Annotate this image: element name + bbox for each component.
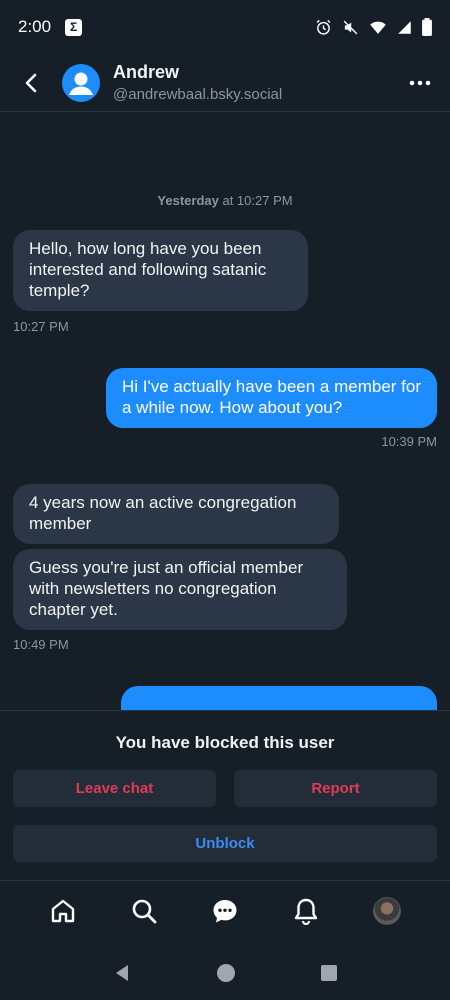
tab-notifications[interactable] [284, 889, 328, 933]
system-navigation-bar [0, 945, 450, 1000]
blocked-notice: You have blocked this user [115, 733, 335, 752]
message-time: 10:39 PM [381, 434, 437, 449]
status-bar: 2:00 Σ [0, 0, 450, 54]
message-bubble-incoming[interactable]: Guess you're just an official member wit… [13, 549, 347, 630]
blocked-user-panel: You have blocked this user Leave chat Re… [0, 710, 450, 880]
search-icon [132, 899, 157, 923]
message-time: 10:49 PM [13, 637, 69, 652]
battery-icon [422, 18, 432, 36]
more-dots-icon [409, 80, 431, 85]
message-list[interactable]: Yesterday at 10:27 PM Hello, how long ha… [0, 113, 450, 710]
more-options-button[interactable] [390, 54, 450, 112]
message-time: 10:27 PM [13, 319, 69, 334]
nav-recents-icon[interactable] [320, 964, 338, 982]
unblock-button[interactable]: Unblock [13, 825, 437, 862]
report-button[interactable]: Report [234, 770, 437, 807]
message-bubble-incoming[interactable]: Hello, how long have you been interested… [13, 230, 308, 311]
nav-back-icon[interactable] [112, 963, 132, 983]
day-separator: Yesterday at 10:27 PM [0, 193, 450, 208]
app-notification-icon: Σ [65, 18, 83, 36]
bottom-tab-bar [0, 880, 450, 940]
day-separator-day: Yesterday [157, 193, 219, 208]
signal-icon [398, 20, 411, 34]
default-avatar-icon [69, 72, 93, 95]
tab-search[interactable] [122, 889, 166, 933]
profile-avatar [373, 896, 402, 925]
chevron-left-icon [25, 73, 37, 92]
leave-chat-button[interactable]: Leave chat [13, 770, 216, 807]
status-time: 2:00 [18, 17, 52, 36]
chat-header: Andrew @andrewbaal.bsky.social [0, 54, 450, 112]
mute-icon [343, 20, 358, 34]
tab-profile[interactable] [365, 889, 409, 933]
alarm-icon [316, 19, 331, 35]
tab-home[interactable] [41, 889, 85, 933]
message-bubble-incoming[interactable]: 4 years now an active congregation membe… [13, 484, 339, 544]
bell-icon [294, 898, 318, 925]
contact-name: Andrew [113, 62, 180, 82]
header-user-info[interactable]: Andrew @andrewbaal.bsky.social [113, 62, 282, 103]
message-bubble-outgoing-partial[interactable] [121, 686, 437, 710]
status-icons [315, 18, 432, 36]
tab-chat[interactable] [203, 889, 247, 933]
wifi-icon [370, 21, 386, 34]
contact-handle: @andrewbaal.bsky.social [113, 86, 283, 103]
home-icon [51, 899, 74, 922]
back-button[interactable] [0, 54, 62, 112]
message-bubble-outgoing[interactable]: Hi I've actually have been a member for … [106, 368, 437, 428]
nav-home-icon[interactable] [216, 963, 236, 983]
avatar[interactable] [62, 63, 100, 102]
chat-icon [213, 899, 237, 922]
day-separator-time: at 10:27 PM [218, 193, 293, 208]
